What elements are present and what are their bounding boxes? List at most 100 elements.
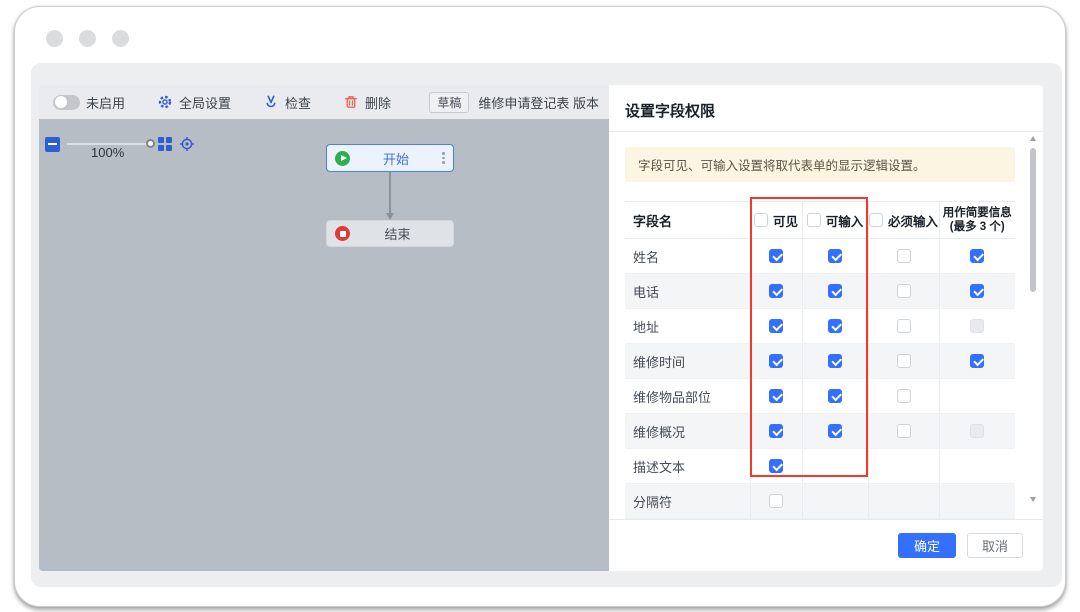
field-name-cell: 地址 xyxy=(625,309,750,344)
play-icon xyxy=(335,151,350,166)
table-row: 分隔符 xyxy=(625,484,1015,519)
editable-cell xyxy=(802,484,868,519)
panel-header: 设置字段权限 xyxy=(609,85,1043,132)
confirm-button[interactable]: 确定 xyxy=(898,533,956,558)
summary-cell xyxy=(939,484,1015,519)
zoom-out-icon[interactable] xyxy=(45,137,60,152)
summary-cell xyxy=(939,449,1015,484)
required-cell xyxy=(868,379,939,414)
table-row: 维修物品部位 xyxy=(625,379,1015,414)
delete-button[interactable]: 删除 xyxy=(343,93,391,112)
editable-checkbox[interactable] xyxy=(828,389,842,403)
required-checkbox[interactable] xyxy=(897,354,911,368)
required-checkbox[interactable] xyxy=(897,249,911,263)
editable-checkbox[interactable] xyxy=(828,284,842,298)
required-checkbox[interactable] xyxy=(897,389,911,403)
form-title: 维修申请登记表 版本 xyxy=(478,93,599,112)
flow-editor: 未启用 全局设置 xyxy=(39,85,609,571)
field-name-cell: 描述文本 xyxy=(625,449,750,484)
node-menu-icon[interactable] xyxy=(442,152,445,164)
visible-checkbox[interactable] xyxy=(769,459,783,473)
trash-icon xyxy=(343,94,359,110)
required-all-checkbox[interactable] xyxy=(869,213,883,227)
locate-target-icon[interactable] xyxy=(179,136,195,152)
end-node[interactable]: 结束 xyxy=(326,220,454,247)
flow-edge-arrow xyxy=(389,172,391,214)
zoom-level: 100% xyxy=(91,145,124,160)
visible-checkbox[interactable] xyxy=(769,494,783,508)
stop-icon xyxy=(335,226,350,241)
editable-cell xyxy=(802,309,868,344)
enable-toggle[interactable]: 未启用 xyxy=(53,93,125,112)
editable-checkbox[interactable] xyxy=(828,319,842,333)
gear-icon xyxy=(157,94,173,110)
window-dot-2[interactable] xyxy=(79,30,96,47)
editable-all-checkbox[interactable] xyxy=(807,213,821,227)
visible-cell xyxy=(750,449,802,484)
required-checkbox[interactable] xyxy=(897,319,911,333)
editable-checkbox[interactable] xyxy=(828,354,842,368)
visible-cell xyxy=(750,414,802,449)
scroll-down-icon[interactable] xyxy=(1030,497,1036,502)
summary-cell xyxy=(939,414,1015,449)
visible-cell xyxy=(750,379,802,414)
table-row: 地址 xyxy=(625,309,1015,344)
summary-checkbox[interactable] xyxy=(970,249,984,263)
visible-checkbox[interactable] xyxy=(769,389,783,403)
required-cell xyxy=(868,239,939,274)
draft-badge: 草稿 xyxy=(429,92,469,113)
start-node[interactable]: 开始 xyxy=(326,144,454,172)
table-row: 描述文本 xyxy=(625,449,1015,484)
editable-cell xyxy=(802,239,868,274)
visible-checkbox[interactable] xyxy=(769,284,783,298)
cancel-button[interactable]: 取消 xyxy=(967,533,1023,558)
app-window: 未启用 全局设置 xyxy=(14,6,1066,607)
visible-cell xyxy=(750,274,802,309)
notice-banner: 字段可见、可输入设置将取代表单的显示逻辑设置。 xyxy=(625,147,1015,182)
editable-checkbox[interactable] xyxy=(828,424,842,438)
visible-checkbox[interactable] xyxy=(769,249,783,263)
panel-scrollbar[interactable] xyxy=(1029,134,1037,504)
global-settings-button[interactable]: 全局设置 xyxy=(157,93,231,112)
check-label: 检查 xyxy=(285,93,311,112)
editable-checkbox[interactable] xyxy=(828,249,842,263)
summary-checkbox[interactable] xyxy=(970,284,984,298)
editable-cell xyxy=(802,274,868,309)
scroll-up-icon[interactable] xyxy=(1030,136,1036,141)
field-name-cell: 姓名 xyxy=(625,239,750,274)
editable-cell xyxy=(802,449,868,484)
summary-cell xyxy=(939,309,1015,344)
visible-cell xyxy=(750,344,802,379)
window-dot-1[interactable] xyxy=(46,30,63,47)
required-checkbox[interactable] xyxy=(897,424,911,438)
grid-view-icon[interactable] xyxy=(158,137,172,151)
flow-canvas[interactable]: 100% 开始 结束 xyxy=(39,119,609,571)
start-node-label: 开始 xyxy=(350,149,442,168)
column-header-required: 必须输入 xyxy=(868,202,939,239)
toggle-off-icon[interactable] xyxy=(53,95,80,110)
editor-toolbar: 未启用 全局设置 xyxy=(39,85,609,119)
visible-cell xyxy=(750,239,802,274)
visible-checkbox[interactable] xyxy=(769,354,783,368)
window-dot-3[interactable] xyxy=(112,30,129,47)
visible-cell xyxy=(750,484,802,519)
scrollbar-thumb[interactable] xyxy=(1030,148,1036,292)
designer-card: 未启用 全局设置 xyxy=(39,85,1043,571)
visible-checkbox[interactable] xyxy=(769,424,783,438)
summary-cell xyxy=(939,274,1015,309)
toggle-label: 未启用 xyxy=(86,93,125,112)
app-content: 未启用 全局设置 xyxy=(31,63,1062,587)
required-cell xyxy=(868,449,939,484)
visible-checkbox[interactable] xyxy=(769,319,783,333)
permissions-table: 字段名可见可输入必须输入用作简要信息(最多 3 个) 姓名电话地址维修时间维修物… xyxy=(625,201,1015,519)
summary-checkbox[interactable] xyxy=(970,354,984,368)
zoom-slider-handle[interactable] xyxy=(146,139,155,148)
end-node-label: 结束 xyxy=(350,224,445,243)
visible-all-checkbox[interactable] xyxy=(754,213,768,227)
table-row: 电话 xyxy=(625,274,1015,309)
required-checkbox[interactable] xyxy=(897,284,911,298)
summary-checkbox xyxy=(970,319,984,333)
check-button[interactable]: 检查 xyxy=(263,93,311,112)
summary-checkbox xyxy=(970,424,984,438)
delete-label: 删除 xyxy=(365,93,391,112)
